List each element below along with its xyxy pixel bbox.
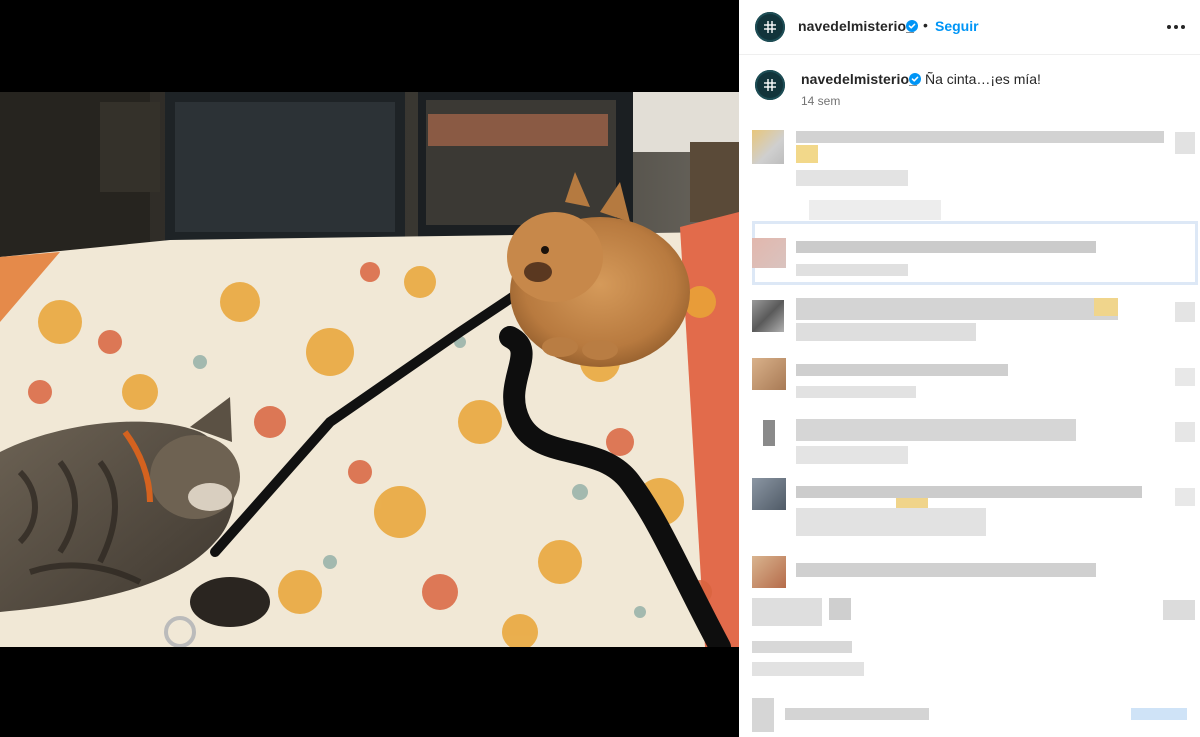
post-media <box>0 0 739 737</box>
blurred-avatar <box>752 556 786 588</box>
blurred-text <box>796 386 916 398</box>
post-time[interactable]: 14 sem <box>801 94 840 108</box>
verified-badge-icon <box>906 20 918 32</box>
blurred-like-icon[interactable] <box>1175 132 1195 154</box>
blurred-avatar <box>829 598 851 620</box>
blurred-like-icon[interactable] <box>1175 302 1195 322</box>
blurred-text <box>785 708 929 720</box>
blurred-avatar <box>763 420 775 446</box>
blurred-text <box>796 508 986 536</box>
blurred-text <box>796 264 908 276</box>
verified-badge-icon <box>909 73 921 85</box>
blurred-avatar <box>752 130 784 164</box>
post-header: navedelmisterio_ • Seguir <box>739 0 1200 55</box>
blurred-avatar <box>752 478 786 510</box>
blurred-text <box>796 241 1096 253</box>
blurred-avatar <box>752 358 786 390</box>
header-separator: • <box>923 17 928 33</box>
blurred-text <box>796 364 1008 376</box>
hash-logo-icon <box>764 79 776 91</box>
blurred-emoji <box>1094 298 1118 316</box>
blurred-text <box>752 598 822 626</box>
blurred-avatar <box>752 238 786 268</box>
hash-logo-icon[interactable] <box>755 12 785 42</box>
blurred-text <box>796 131 1164 143</box>
follow-button[interactable]: Seguir <box>935 18 979 34</box>
blurred-avatar <box>752 300 784 332</box>
blurred-text <box>796 486 1142 498</box>
blurred-text <box>796 323 976 341</box>
blurred-text <box>796 298 1118 320</box>
caption-username[interactable]: navedelmisterio_ <box>801 71 917 87</box>
blurred-like-icon[interactable] <box>1175 488 1195 506</box>
blurred-avatar <box>752 698 774 732</box>
blurred-emoji <box>796 145 818 163</box>
caption-text: Ña cinta…¡es mía! <box>925 71 1041 87</box>
post-photo <box>0 92 739 647</box>
blurred-text <box>752 641 852 653</box>
post-author-username[interactable]: navedelmisterio_ <box>798 18 914 34</box>
blurred-text <box>796 563 1096 577</box>
blurred-text <box>796 170 908 186</box>
blurred-text <box>796 419 1076 441</box>
blurred-text <box>809 200 941 220</box>
blurred-text <box>752 662 864 676</box>
blurred-like-icon[interactable] <box>1163 600 1195 620</box>
blurred-link[interactable] <box>1131 708 1187 720</box>
caption-avatar[interactable] <box>755 70 785 100</box>
more-options-icon[interactable] <box>1164 15 1188 39</box>
post-sidebar: navedelmisterio_ • Seguir navedelmisteri… <box>739 0 1200 737</box>
blurred-like-icon[interactable] <box>1175 422 1195 442</box>
blurred-like-icon[interactable] <box>1175 368 1195 386</box>
blurred-text <box>796 446 908 464</box>
